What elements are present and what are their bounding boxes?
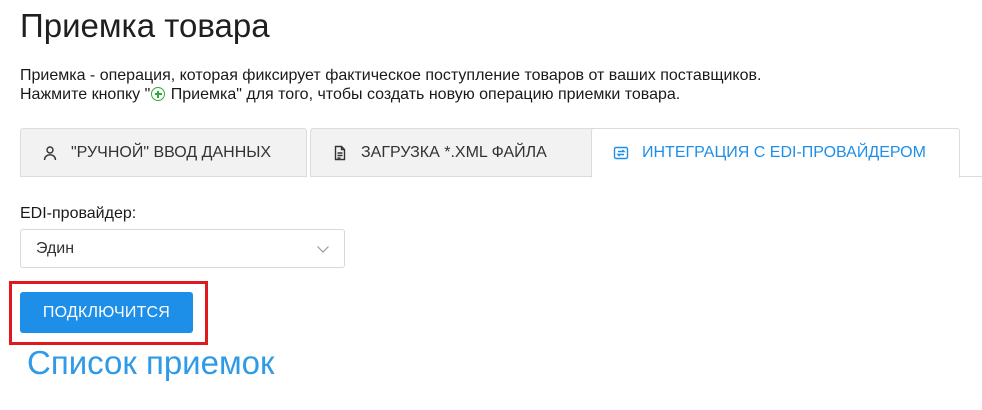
tab-xml-upload[interactable]: ЗАГРУЗКА *.XML ФАЙЛА xyxy=(310,128,608,177)
tabs-bar: "РУЧНОЙ" ВВОД ДАННЫХ ЗАГРУЗКА *.XML ФАЙЛ… xyxy=(20,128,982,178)
tab-manual-input[interactable]: "РУЧНОЙ" ВВОД ДАННЫХ xyxy=(20,128,307,177)
file-icon xyxy=(331,144,349,162)
user-icon xyxy=(41,144,59,162)
tabs-divider xyxy=(960,176,982,177)
edi-provider-value: Эдин xyxy=(36,239,75,257)
intro-line-2-start: Нажмите кнопку " xyxy=(20,86,151,103)
edi-provider-label: EDI-провайдер: xyxy=(20,205,137,222)
intro-text: Приемка - операция, которая фиксирует фа… xyxy=(20,66,761,104)
intro-line-1: Приемка - операция, которая фиксирует фа… xyxy=(20,67,762,84)
intro-line-2: Нажмите кнопку " Приемка" для того, чтоб… xyxy=(20,85,761,104)
intro-button-name: Приемка xyxy=(166,86,237,103)
tab-manual-input-label: "РУЧНОЙ" ВВОД ДАННЫХ xyxy=(71,143,272,161)
connect-button[interactable]: ПОДКЛЮЧИТСЯ xyxy=(20,292,193,333)
intro-line-2-end: " для того, чтобы создать новую операцию… xyxy=(236,86,681,103)
plus-circle-icon xyxy=(151,87,166,101)
receipts-list-title: Список приемок xyxy=(27,344,275,381)
tab-edi-integration-label: ИНТЕГРАЦИЯ С EDI-ПРОВАЙДЕРОМ xyxy=(642,144,926,161)
tab-edi-integration[interactable]: ИНТЕГРАЦИЯ С EDI-ПРОВАЙДЕРОМ xyxy=(591,128,960,178)
sync-icon xyxy=(612,144,630,162)
page-title: Приемка товара xyxy=(20,7,270,44)
edi-provider-select[interactable]: Эдин xyxy=(20,229,345,268)
chevron-down-icon xyxy=(317,246,329,253)
tab-xml-upload-label: ЗАГРУЗКА *.XML ФАЙЛА xyxy=(361,143,547,161)
